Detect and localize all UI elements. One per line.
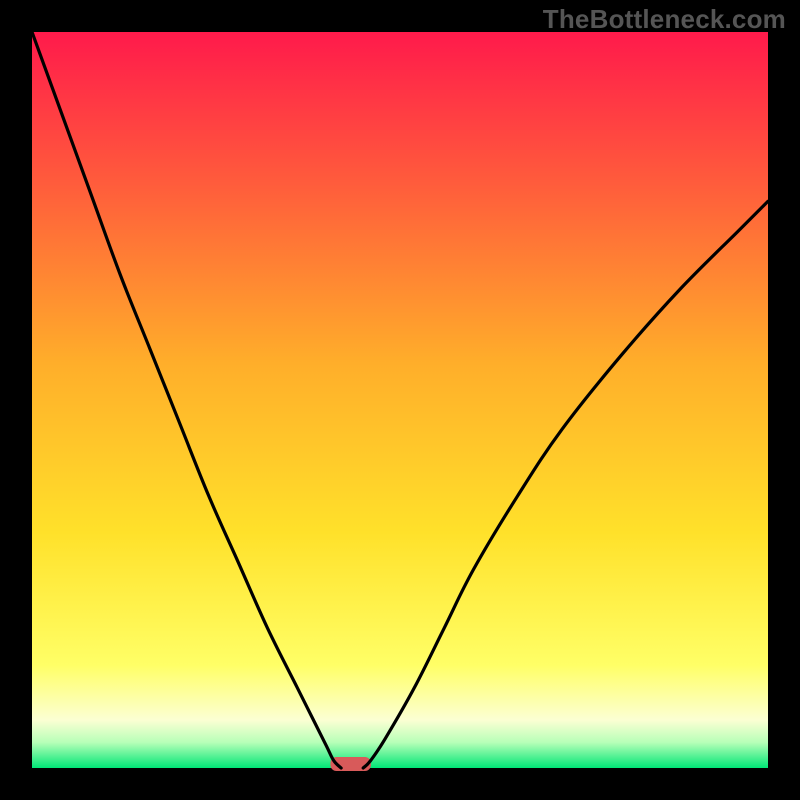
bottleneck-plot: [0, 0, 800, 800]
watermark-text: TheBottleneck.com: [543, 4, 786, 35]
chart-frame: { "watermark": "TheBottleneck.com", "cha…: [0, 0, 800, 800]
plot-background: [32, 32, 768, 768]
